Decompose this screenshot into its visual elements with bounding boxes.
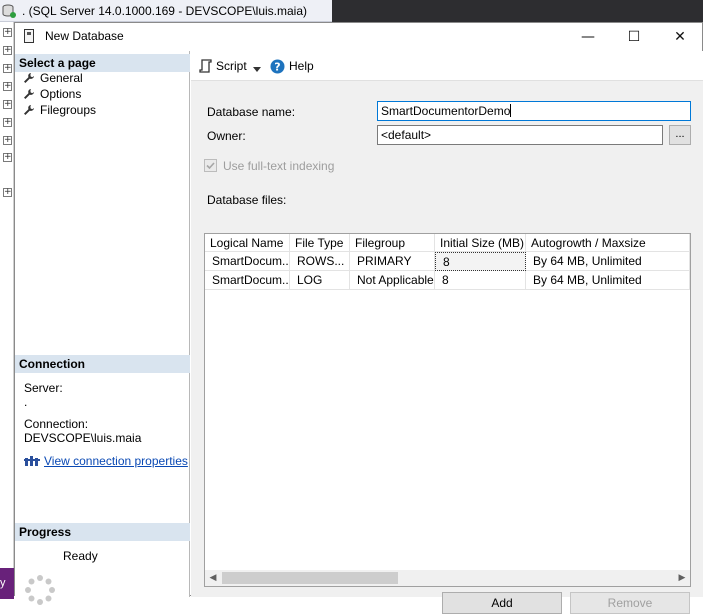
- owner-label: Owner:: [207, 129, 246, 143]
- connection-value: DEVSCOPE\luis.maia: [24, 431, 142, 445]
- wrench-icon: [24, 89, 34, 99]
- scroll-right-icon[interactable]: ▶: [675, 571, 689, 585]
- scroll-left-icon[interactable]: ◀: [206, 571, 220, 585]
- dialog-icon: [24, 29, 34, 43]
- new-database-dialog: New Database — ☐ ✕ Select a page General…: [14, 22, 703, 614]
- progress-status: Ready: [63, 549, 98, 563]
- maximize-button[interactable]: ☐: [611, 23, 657, 51]
- connection-header: Connection: [15, 355, 190, 373]
- database-name-value: SmartDocumentorDemo: [381, 104, 511, 118]
- expand-icon[interactable]: +: [3, 64, 12, 73]
- view-connection-properties-link[interactable]: View connection properties: [44, 454, 188, 468]
- page-item-options[interactable]: Options: [23, 87, 81, 103]
- table-cell[interactable]: By 64 MB, Unlimited: [526, 271, 690, 290]
- dialog-title: New Database: [45, 29, 124, 43]
- scrollbar-thumb[interactable]: [222, 572, 398, 584]
- help-button[interactable]: ? Help: [270, 59, 314, 74]
- background-window-title-bar: . (SQL Server 14.0.1000.169 - DEVSCOPE\l…: [0, 0, 332, 22]
- database-files-grid: Logical Name File Type Filegroup Initial…: [204, 233, 691, 587]
- general-page-content: Script ? Help Database name: SmartDocume…: [191, 51, 703, 614]
- column-header-logical-name[interactable]: Logical Name: [205, 234, 290, 252]
- script-icon: [199, 59, 212, 73]
- help-label: Help: [289, 59, 314, 73]
- select-page-header: Select a page: [15, 54, 190, 72]
- background-window-title: . (SQL Server 14.0.1000.169 - DEVSCOPE\l…: [22, 4, 308, 18]
- expand-icon[interactable]: +: [3, 153, 12, 162]
- checkmark-icon: [206, 162, 215, 170]
- script-label: Script: [216, 59, 247, 73]
- column-header-file-type[interactable]: File Type: [290, 234, 350, 252]
- column-header-autogrowth[interactable]: Autogrowth / Maxsize: [526, 234, 690, 252]
- wrench-icon: [24, 105, 34, 115]
- page-selector-panel: Select a page General Options Filegroups…: [15, 51, 190, 605]
- table-cell[interactable]: PRIMARY: [350, 252, 435, 271]
- page-item-label: Filegroups: [40, 103, 97, 117]
- minimize-button[interactable]: —: [565, 23, 611, 51]
- table-cell[interactable]: ROWS...: [290, 252, 350, 271]
- script-dropdown-button[interactable]: [253, 62, 261, 76]
- expand-icon[interactable]: +: [3, 118, 12, 127]
- horizontal-scrollbar[interactable]: ◀ ▶: [205, 570, 690, 586]
- database-name-label: Database name:: [207, 105, 296, 119]
- page-item-label: General: [40, 71, 83, 85]
- expand-icon[interactable]: +: [3, 82, 12, 91]
- expand-icon[interactable]: +: [3, 28, 12, 37]
- expand-icon[interactable]: +: [3, 136, 12, 145]
- database-icon: [2, 4, 16, 18]
- status-strip: y: [0, 568, 14, 599]
- table-cell[interactable]: LOG: [290, 271, 350, 290]
- page-item-filegroups[interactable]: Filegroups: [23, 103, 96, 119]
- expand-icon[interactable]: +: [3, 46, 12, 55]
- browse-owner-button[interactable]: ...: [669, 125, 691, 145]
- table-cell[interactable]: 8: [435, 271, 526, 290]
- text-caret: [510, 104, 512, 117]
- database-name-input[interactable]: SmartDocumentorDemo: [377, 101, 691, 121]
- background-dark-area: [332, 0, 703, 22]
- connection-properties-icon: [24, 456, 40, 466]
- script-button[interactable]: Script: [199, 59, 247, 73]
- server-value: .: [24, 395, 28, 409]
- status-strip-text: y: [0, 577, 6, 589]
- fulltext-checkbox[interactable]: [204, 159, 217, 172]
- connection-label: Connection:: [24, 417, 89, 431]
- close-button[interactable]: ✕: [657, 23, 703, 51]
- progress-spinner-icon: [25, 575, 55, 605]
- fulltext-label: Use full-text indexing: [223, 159, 335, 173]
- server-label: Server:: [24, 381, 63, 395]
- dialog-toolbar: Script ? Help: [191, 51, 703, 81]
- table-cell[interactable]: 8: [435, 252, 526, 271]
- wrench-icon: [24, 73, 34, 83]
- table-cell[interactable]: SmartDocum...: [205, 252, 290, 271]
- progress-header: Progress: [15, 523, 190, 541]
- remove-button[interactable]: Remove: [570, 592, 690, 614]
- database-files-label: Database files:: [207, 193, 287, 207]
- page-item-label: Options: [40, 87, 82, 101]
- owner-input[interactable]: <default>: [377, 125, 663, 145]
- expand-icon[interactable]: +: [3, 100, 12, 109]
- table-cell[interactable]: Not Applicable: [350, 271, 435, 290]
- column-header-initial-size[interactable]: Initial Size (MB): [435, 234, 526, 252]
- view-connection-properties[interactable]: View connection properties: [24, 454, 188, 468]
- chevron-down-icon: [253, 67, 261, 72]
- page-item-general[interactable]: General: [23, 71, 83, 87]
- object-explorer-strip: + + + + + + + + +: [0, 22, 14, 599]
- dialog-title-bar[interactable]: New Database — ☐ ✕: [15, 23, 702, 51]
- help-icon: ?: [270, 59, 285, 74]
- svg-text:?: ?: [274, 61, 280, 74]
- table-cell[interactable]: By 64 MB, Unlimited: [526, 252, 690, 271]
- add-button[interactable]: Add: [442, 592, 562, 614]
- expand-icon[interactable]: +: [3, 188, 12, 197]
- column-header-filegroup[interactable]: Filegroup: [350, 234, 435, 252]
- table-cell[interactable]: SmartDocum...: [205, 271, 290, 290]
